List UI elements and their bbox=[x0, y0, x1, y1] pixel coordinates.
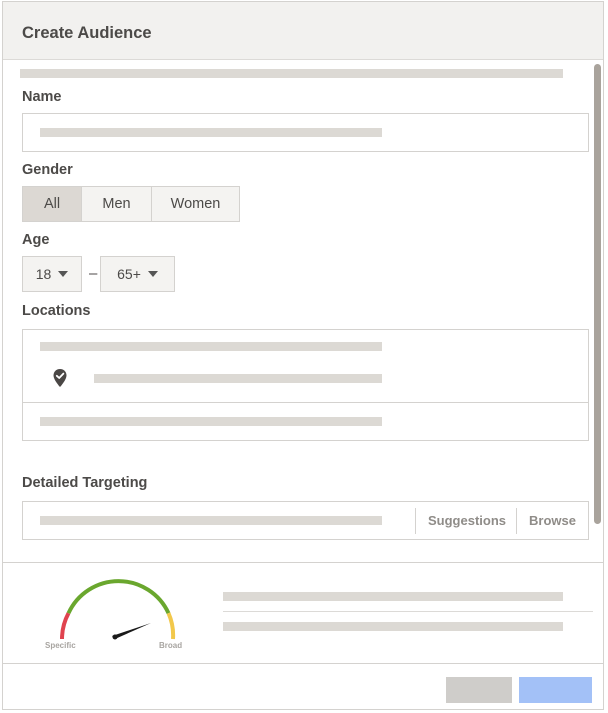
create-button[interactable] bbox=[519, 677, 592, 703]
scrollbar[interactable] bbox=[594, 64, 601, 524]
name-input[interactable] bbox=[22, 113, 589, 152]
name-input-placeholder bbox=[40, 128, 382, 137]
age-max-dropdown[interactable]: 65+ bbox=[100, 256, 175, 292]
gauge-specific-label: Specific bbox=[45, 641, 76, 650]
name-label: Name bbox=[22, 89, 62, 105]
detailed-targeting-box: Suggestions Browse bbox=[22, 501, 589, 540]
footer-divider bbox=[3, 663, 603, 664]
section-divider bbox=[3, 562, 603, 563]
dialog-title: Create Audience bbox=[22, 24, 152, 42]
audience-info-text-placeholder bbox=[223, 622, 563, 631]
dialog-header: Create Audience bbox=[3, 2, 603, 60]
chevron-down-icon bbox=[147, 271, 158, 277]
gauge-broad-label: Broad bbox=[159, 641, 183, 650]
location-search-input[interactable] bbox=[40, 417, 382, 426]
chevron-down-icon bbox=[58, 271, 69, 277]
age-min-dropdown[interactable]: 18 bbox=[22, 256, 82, 292]
suggestions-link[interactable]: Suggestions bbox=[428, 513, 506, 528]
intro-text-placeholder bbox=[20, 69, 563, 78]
age-min-value: 18 bbox=[35, 266, 52, 282]
audience-size-text-placeholder bbox=[223, 592, 563, 601]
age-max-value: 65+ bbox=[117, 266, 141, 282]
locations-divider bbox=[23, 402, 588, 403]
detailed-targeting-input[interactable] bbox=[40, 516, 382, 525]
gender-option-women[interactable]: Women bbox=[151, 186, 240, 222]
gender-option-all[interactable]: All bbox=[22, 186, 82, 222]
location-pin-icon bbox=[52, 368, 68, 388]
age-separator: – bbox=[89, 265, 98, 282]
locations-box bbox=[22, 329, 589, 441]
gender-option-men[interactable]: Men bbox=[81, 186, 152, 222]
age-label: Age bbox=[22, 232, 50, 248]
browse-divider bbox=[516, 508, 517, 534]
detailed-targeting-label: Detailed Targeting bbox=[22, 475, 148, 491]
gender-label: Gender bbox=[22, 162, 73, 178]
suggestions-divider bbox=[415, 508, 416, 534]
locations-label: Locations bbox=[22, 303, 91, 319]
locations-header-placeholder bbox=[40, 342, 382, 351]
browse-link[interactable]: Browse bbox=[529, 513, 576, 528]
audience-info-divider bbox=[223, 611, 593, 612]
cancel-button[interactable] bbox=[446, 677, 512, 703]
location-item-placeholder bbox=[94, 374, 382, 383]
create-audience-dialog: Create Audience Name Gender All Men Wome… bbox=[2, 1, 604, 710]
audience-gauge-icon bbox=[55, 576, 180, 644]
